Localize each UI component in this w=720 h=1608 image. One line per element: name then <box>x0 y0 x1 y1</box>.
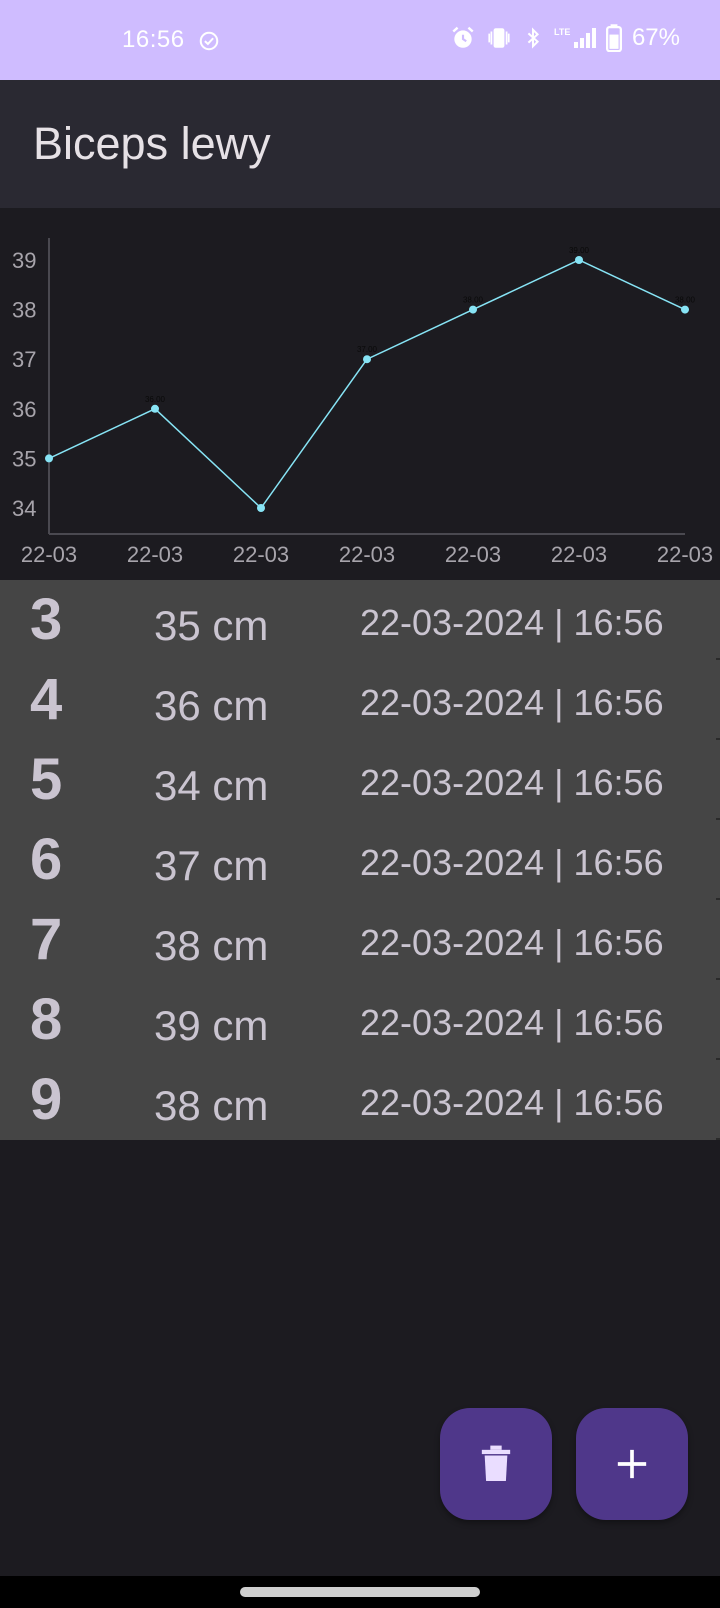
y-tick-label: 36 <box>12 397 36 422</box>
battery-icon <box>605 24 622 52</box>
entry-value: 37 cm <box>154 842 269 889</box>
entry-index: 7 <box>30 907 63 972</box>
y-tick-label: 34 <box>12 496 36 521</box>
data-label: 39.00 <box>569 246 590 255</box>
list-item[interactable]: 6 37 cm 22-03-2024 | 16:56 <box>0 820 720 900</box>
x-tick-label: 22-03 <box>21 542 77 567</box>
data-label: 37.00 <box>357 345 378 354</box>
y-tick-label: 38 <box>12 298 36 323</box>
entry-index: 4 <box>30 667 63 732</box>
line-chart[interactable]: 34 35 36 37 38 39 22-03 22-03 22-03 22-03 22-03 22-… <box>0 208 720 580</box>
data-point <box>681 305 689 314</box>
plus-icon <box>617 1449 647 1479</box>
entry-value: 36 cm <box>154 682 269 729</box>
x-tick-label: 22-03 <box>127 542 183 567</box>
vibrate-icon <box>488 28 510 48</box>
entry-date: 22-03-2024 | 16:56 <box>360 762 664 803</box>
trash-icon <box>481 1445 511 1481</box>
entry-value: 35 cm <box>154 602 269 649</box>
navigation-bar <box>0 1576 720 1608</box>
delete-button[interactable] <box>440 1408 552 1520</box>
x-tick-label: 22-03 <box>233 542 289 567</box>
entry-index: 9 <box>30 1067 63 1132</box>
entry-value: 38 cm <box>154 1082 269 1129</box>
list-item[interactable]: 7 38 cm 22-03-2024 | 16:56 <box>0 900 720 980</box>
lte-signal-icon: LTE <box>554 27 596 48</box>
entry-value: 39 cm <box>154 1002 269 1049</box>
entry-date: 22-03-2024 | 16:56 <box>360 602 664 643</box>
status-time: 16:56 <box>122 26 185 53</box>
x-tick-label: 22-03 <box>445 542 501 567</box>
data-point <box>575 256 583 264</box>
battery-level: 67% <box>631 24 680 51</box>
entry-index: 5 <box>30 747 63 812</box>
entry-date: 22-03-2024 | 16:56 <box>360 922 664 963</box>
list-item[interactable]: 4 36 cm 22-03-2024 | 16:56 <box>0 660 720 740</box>
data-point <box>151 404 159 413</box>
y-tick-label: 37 <box>12 347 36 372</box>
alarm-icon <box>452 26 474 48</box>
entry-index: 8 <box>30 987 63 1052</box>
x-tick-label: 22-03 <box>551 542 607 567</box>
entry-date: 22-03-2024 | 16:56 <box>360 842 664 883</box>
entry-value: 38 cm <box>154 922 269 969</box>
data-point <box>469 305 477 314</box>
entry-date: 22-03-2024 | 16:56 <box>360 1002 664 1043</box>
y-tick-label: 35 <box>12 446 36 471</box>
data-point <box>257 504 265 512</box>
x-tick-label: 22-03 <box>657 542 713 567</box>
page-title: Biceps lewy <box>33 118 271 169</box>
x-tick-label: 22-03 <box>339 542 395 567</box>
entry-index: 6 <box>30 827 63 892</box>
svg-text:LTE: LTE <box>554 27 570 37</box>
series-line <box>48 259 686 510</box>
row-divider <box>716 1138 720 1140</box>
entry-date: 22-03-2024 | 16:56 <box>360 1082 664 1123</box>
data-label: 36.00 <box>145 395 166 404</box>
gesture-handle[interactable] <box>240 1587 480 1597</box>
data-label: 38.00 <box>463 296 484 305</box>
chart-svg: 34 35 36 37 38 39 22-03 22-03 22-03 22-03 22-03 22-… <box>12 238 713 567</box>
entry-value: 34 cm <box>154 762 269 809</box>
list-item[interactable]: 3 35 cm 22-03-2024 | 16:56 <box>0 580 720 660</box>
list-item[interactable]: 5 34 cm 22-03-2024 | 16:56 <box>0 740 720 820</box>
entry-date: 22-03-2024 | 16:56 <box>360 682 664 723</box>
data-point <box>363 355 371 364</box>
entry-index: 3 <box>30 587 63 652</box>
list-item[interactable]: 8 39 cm 22-03-2024 | 16:56 <box>0 980 720 1060</box>
entries-list[interactable]: 3 35 cm 22-03-2024 | 16:56 4 36 cm 22-03-2024… <box>0 580 720 1140</box>
bluetooth-icon <box>527 27 540 49</box>
app-bar: Biceps lewy <box>0 80 720 208</box>
status-bar: 16:56 LTE 67% <box>0 0 720 80</box>
data-label: 38.00 <box>675 296 696 305</box>
data-point <box>45 454 53 463</box>
check-circle-icon <box>199 31 219 51</box>
add-button[interactable] <box>576 1408 688 1520</box>
y-tick-label: 39 <box>12 248 36 273</box>
list-item[interactable]: 9 38 cm 22-03-2024 | 16:56 <box>0 1060 720 1140</box>
